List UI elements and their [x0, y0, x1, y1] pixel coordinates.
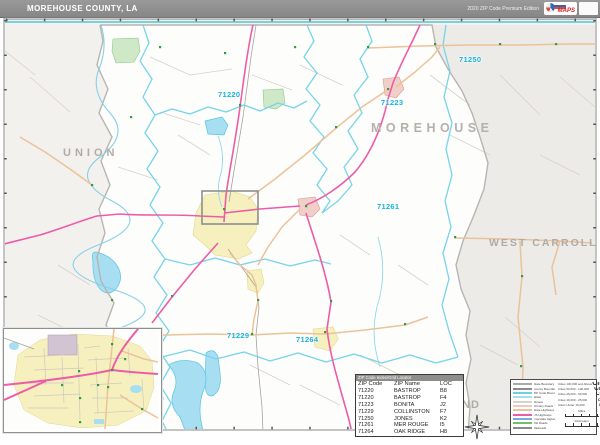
legend-line-sample	[513, 417, 532, 420]
scale-bar-kilometers: Kilometers	[558, 419, 600, 427]
zip-label-71220: 71220	[218, 90, 241, 99]
title-bar: MOREHOUSE COUNTY, LA 2020 ZIP Code Premi…	[0, 0, 600, 18]
cell-loc: B8	[440, 387, 447, 394]
map-legend: State Boundary County Boundary ZIP Code …	[510, 379, 600, 435]
legend-line-sample	[513, 404, 532, 407]
county-label-richland-partial: ND	[462, 399, 480, 411]
bastrop-inset-map	[3, 328, 162, 433]
legend-line-sample	[513, 422, 532, 425]
map-page: { "titlebar": { "title": "MOREHOUSE COUN…	[0, 0, 600, 440]
cell-loc: F4	[440, 394, 447, 401]
city-sample: City	[595, 392, 600, 398]
map-title: MOREHOUSE COUNTY, LA	[27, 4, 138, 13]
col-header-loc: LOC	[440, 381, 452, 387]
cell-name: BASTROP	[394, 387, 421, 394]
cell-loc: H8	[440, 429, 448, 436]
legend-line-sample	[513, 391, 532, 394]
col-header-zip-name: ZIP Name	[394, 381, 420, 387]
cell-loc: I5	[440, 422, 445, 429]
scale-bar	[564, 413, 599, 418]
legend-line-sample	[513, 387, 532, 390]
table-row: 71261 MER ROUGE I5	[356, 422, 463, 429]
county-label-union: UNION	[63, 147, 119, 159]
scale-bar-miles: Miles	[558, 410, 600, 418]
legend-line-column: State Boundary County Boundary ZIP Code …	[513, 382, 555, 432]
legend-line-sample	[513, 413, 532, 416]
legend-city-item: Cities Under 10,000City	[558, 403, 600, 408]
legend-line-sample	[513, 409, 532, 412]
county-label-west-carroll: WEST CARROLL	[489, 237, 598, 249]
table-row: 71229 COLLINSTON F7	[356, 409, 463, 416]
legend-line-sample	[513, 400, 532, 403]
legend-line-sample	[513, 383, 532, 386]
zip-label-71229: 71229	[227, 331, 250, 340]
cell-loc: F7	[440, 408, 447, 415]
cell-zip: 71264	[358, 429, 374, 436]
compass-rose-icon	[464, 414, 490, 440]
edition-label: 2020 ZIP Code Premium Edition	[467, 6, 539, 12]
legend-item: Railroads	[513, 425, 555, 430]
cell-zip: 71229	[358, 408, 374, 415]
cell-loc: K2	[440, 415, 447, 422]
city-sample: City	[594, 387, 600, 393]
county-label-morehouse: MOREHOUSE	[371, 121, 494, 135]
cell-loc: J2	[440, 401, 446, 408]
cell-name: OAK RIDGE	[394, 429, 426, 436]
cell-name: MER ROUGE	[394, 422, 429, 429]
zip-label-71264: 71264	[296, 335, 319, 344]
table-row: 71264 OAK RIDGE H8	[356, 429, 463, 436]
cell-name: BONITA	[394, 401, 415, 408]
zip-label-71223: 71223	[381, 98, 404, 107]
table-row: 71223 BONITA J2	[356, 402, 463, 409]
cell-zip: 71220	[358, 394, 374, 401]
table-row: 71220 BASTROP F4	[356, 395, 463, 402]
logo-maps-text: MAPS	[557, 8, 575, 14]
table-row: 71250 JONES K2	[356, 416, 463, 423]
cell-name: BASTROP	[394, 394, 421, 401]
cell-zip: 71223	[358, 401, 374, 408]
zip-label-71261: 71261	[377, 202, 400, 211]
cell-zip: 71261	[358, 422, 374, 429]
legend-line-sample	[513, 396, 532, 399]
cell-zip: 71220	[358, 387, 374, 394]
zip-index-table: ZIP Code Index/Grid Locator ZIP Code ZIP…	[355, 374, 464, 438]
table-row: 71220 BASTROP B8	[356, 388, 463, 395]
marketmaps-logo: MAPS	[544, 1, 577, 15]
scale-bar	[564, 423, 599, 427]
publisher-badge	[579, 1, 598, 15]
legend-line-sample	[513, 426, 532, 429]
cell-name: JONES	[394, 415, 413, 422]
inset-airport-area	[47, 334, 78, 356]
cell-zip: 71250	[358, 415, 374, 422]
col-header-zip-code: ZIP Code	[358, 381, 383, 387]
city-sample: City	[592, 382, 600, 387]
zip-label-71250: 71250	[459, 55, 482, 64]
cell-name: COLLINSTON	[394, 408, 430, 415]
inset-canvas	[4, 329, 159, 430]
zip-table-header: ZIP Code ZIP Name LOC	[356, 381, 463, 388]
legend-city-column: Cities 100,000 and AboveCity Cities 50,0…	[558, 382, 600, 432]
